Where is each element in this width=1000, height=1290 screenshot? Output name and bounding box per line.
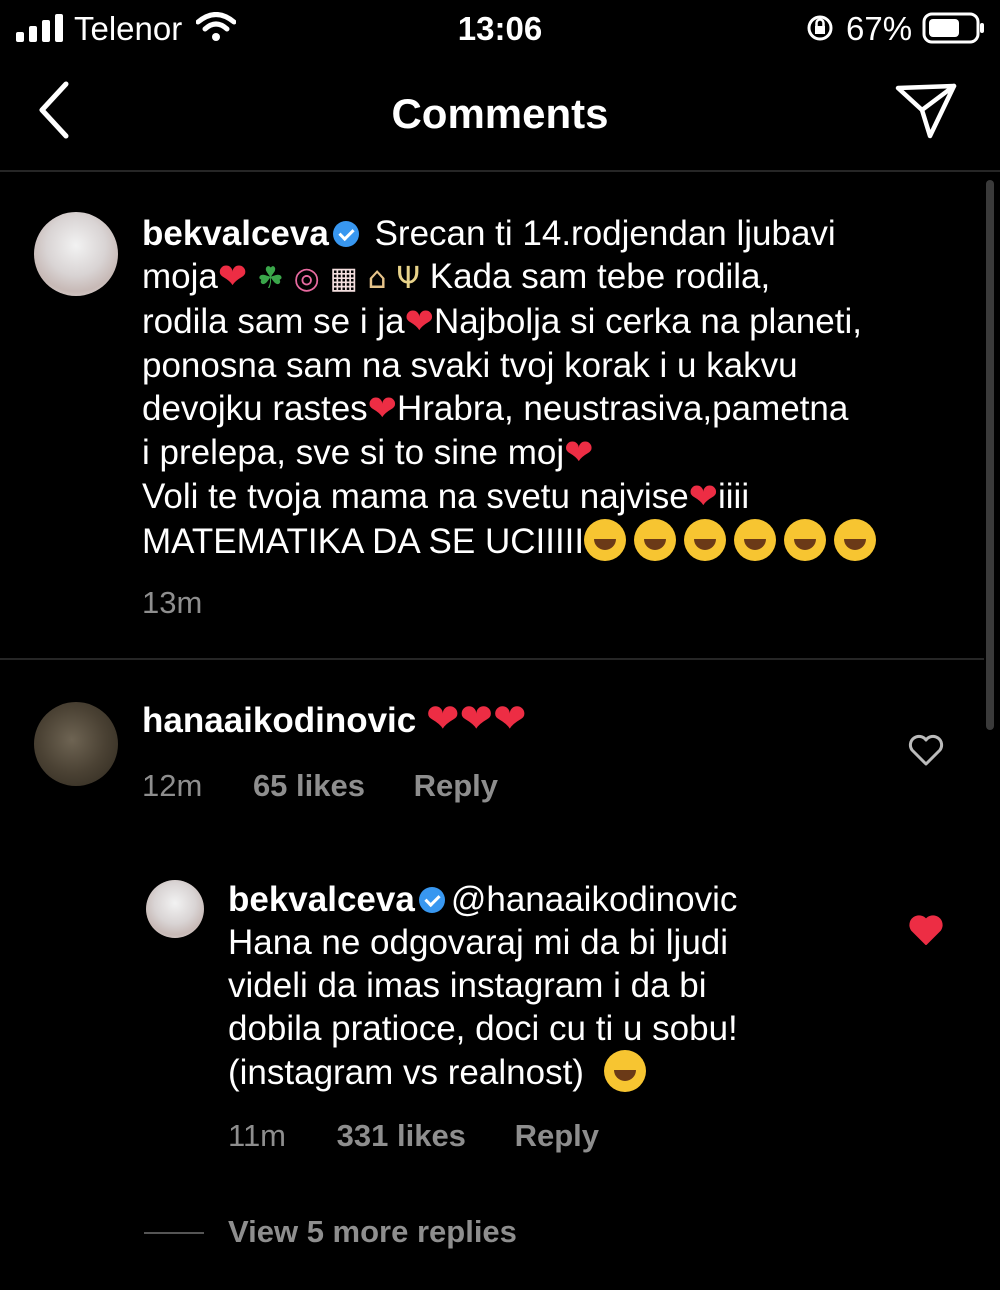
laughing-emoji-icon: [584, 519, 627, 561]
caption-time: 13m: [142, 585, 203, 620]
reply-button[interactable]: Reply: [414, 768, 498, 803]
caption-line: MATEMATIKA DA SE UCIIIII: [142, 519, 972, 563]
laughing-emoji-icon: [634, 519, 677, 561]
page-title: Comments: [391, 90, 609, 137]
caption-line-5b: Hrabra, neustrasiva,pametna: [397, 389, 849, 428]
reply-time: 11m: [228, 1118, 287, 1153]
comment-likes[interactable]: 65 likes: [253, 768, 365, 803]
verified-badge-icon: [418, 887, 445, 913]
caption-line-6: i prelepa, sve si to sine moj: [142, 433, 565, 472]
cupcake-emoji-icon: ⌂: [367, 261, 387, 296]
status-bar: Telenor 13:06 67%: [0, 0, 1000, 60]
caption-line-8: MATEMATIKA DA SE UCIIIII: [142, 522, 585, 561]
heart-emoji-icon: ❤: [367, 389, 397, 429]
reply-line-1: Hana ne odgovaraj mi da bi ljudi: [228, 923, 729, 962]
caption-text: bekvalceva Srecan ti 14.rodjendan ljubav…: [142, 212, 972, 563]
battery-percent: 67%: [846, 10, 913, 47]
reply-username[interactable]: bekvalceva: [228, 880, 415, 919]
avatar[interactable]: [34, 702, 118, 786]
comment-username[interactable]: hanaaikodinovic: [142, 701, 416, 740]
caption-line: Voli te tvoja mama na svetu najvise❤iiii: [142, 475, 972, 519]
cake-emoji-icon: ▦: [329, 261, 358, 296]
heart-emoji-icon: ❤❤❤: [425, 696, 527, 742]
laughing-emoji-icon: [734, 519, 777, 561]
mention-link[interactable]: @hanaaikodinovic: [451, 880, 738, 919]
verified-badge-icon: [332, 221, 359, 247]
header-divider: [0, 170, 1000, 172]
caption-line: devojku rastes❤Hrabra, neustrasiva,pamet…: [142, 387, 972, 431]
heart-emoji-icon: ❤: [217, 257, 248, 297]
caption-line-4: ponosna sam na svaki tvoj korak i u kakv…: [142, 346, 798, 385]
orientation-lock-icon: [807, 15, 833, 41]
reply-line: bekvalceva @hanaaikodinovic: [228, 878, 908, 921]
caption-line: rodila sam se i ja❤Najbolja si cerka na …: [142, 300, 972, 344]
caption-line-2a: moja: [142, 257, 218, 296]
reply-text: bekvalceva @hanaaikodinovic Hana ne odgov…: [228, 878, 908, 1094]
heart-filled-icon[interactable]: [908, 914, 944, 946]
view-more-replies-button[interactable]: View 5 more replies: [228, 1214, 517, 1250]
caption-line-7a: Voli te tvoja mama na svetu najvise: [142, 477, 689, 516]
caption-line: bekvalceva Srecan ti 14.rodjendan ljubav…: [142, 212, 972, 255]
laughing-emoji-icon: [684, 519, 727, 561]
caption-line-2b: Kada sam tebe rodila,: [429, 257, 771, 296]
caption-line-3b: Najbolja si cerka na planeti,: [433, 302, 862, 341]
laughing-emoji-icon: [784, 519, 827, 561]
caption-line-1: Srecan ti 14.rodjendan ljubavi: [374, 214, 836, 253]
battery-icon: [922, 12, 984, 44]
caption-line-3a: rodila sam se i ja: [142, 302, 405, 341]
laughing-emoji-icon: [834, 519, 877, 561]
caption-divider: [0, 658, 984, 660]
reply-line: (instagram vs realnost): [228, 1050, 908, 1094]
caption-line-7b: iiii: [718, 477, 750, 516]
comment-time: 12m: [142, 768, 203, 803]
avatar[interactable]: [146, 880, 204, 938]
champagne-emoji-icon: Ψ: [396, 261, 420, 296]
paper-plane-icon[interactable]: [894, 82, 958, 140]
reply-line-3: dobila pratioce, doci cu ti u sobu!: [228, 1009, 738, 1048]
lollipop-emoji-icon: ◎: [293, 261, 320, 296]
clover-emoji-icon: ☘: [256, 261, 284, 296]
comment-meta: 12m 65 likes Reply: [142, 768, 498, 804]
reply-meta: 11m 331 likes Reply: [228, 1118, 599, 1154]
caption-line-5a: devojku rastes: [142, 389, 368, 428]
heart-emoji-icon: ❤: [404, 302, 434, 342]
reply-line-4: (instagram vs realnost): [228, 1053, 584, 1092]
reply-button[interactable]: Reply: [515, 1118, 599, 1153]
caption-line: moja❤ ☘ ◎ ▦ ⌂ Ψ Kada sam tebe rodila,: [142, 255, 972, 300]
reply-likes[interactable]: 331 likes: [337, 1118, 466, 1153]
view-replies-divider: [144, 1232, 204, 1234]
avatar[interactable]: [34, 212, 118, 296]
scrollbar[interactable]: [986, 180, 994, 730]
comment-text: hanaaikodinovic ❤❤❤: [142, 698, 527, 742]
heart-emoji-icon: ❤: [688, 477, 718, 517]
heart-outline-icon[interactable]: [908, 734, 944, 766]
caption-username[interactable]: bekvalceva: [142, 214, 329, 253]
rofl-emoji-icon: [603, 1050, 646, 1092]
heart-emoji-icon: ❤: [564, 433, 594, 473]
reply-line-2: videli da imas instagram i da bi: [228, 966, 707, 1005]
caption-line: i prelepa, sve si to sine moj❤: [142, 431, 972, 475]
